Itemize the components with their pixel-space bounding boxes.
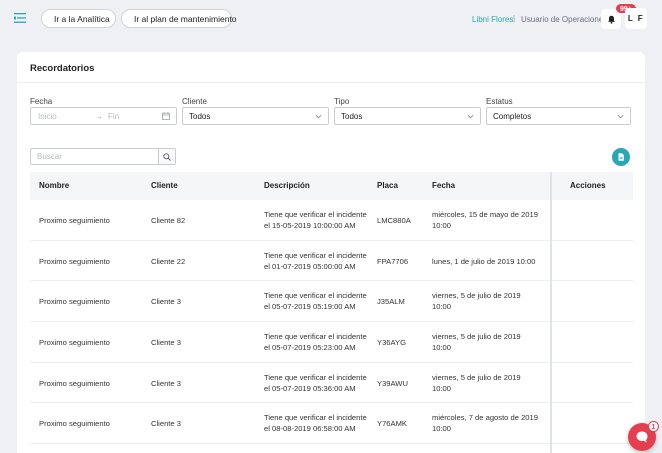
- table-header: Nombre Cliente Descripción Placa Fecha A…: [30, 172, 633, 200]
- reminders-table: Nombre Cliente Descripción Placa Fecha A…: [30, 172, 633, 453]
- go-to-analytics-label: Ir a la Analítica: [54, 13, 110, 24]
- calendar-icon: [162, 112, 170, 120]
- cell-cliente: Cliente 3: [151, 419, 181, 429]
- search-icon: [163, 152, 171, 161]
- cell-nombre: Proximo seguimiento: [39, 216, 110, 225]
- table-row[interactable]: Proximo seguimiento Cliente 3 Tiene que …: [30, 322, 633, 363]
- cell-cliente: Cliente 3: [151, 297, 181, 307]
- cell-placa: FPA7706: [377, 256, 409, 266]
- estatus-select[interactable]: Completos: [486, 107, 631, 125]
- cell-cliente: Cliente 3: [151, 378, 181, 388]
- table-row[interactable]: Proximo seguimiento Cliente 3 Tiene que …: [30, 281, 633, 323]
- cell-nombre: Proximo seguimiento: [39, 297, 110, 307]
- cell-nombre: Proximo seguimiento: [39, 338, 110, 348]
- cell-descripcion: Tiene que verificar el incidente el 05-0…: [264, 291, 367, 312]
- date-end-input[interactable]: Fin: [108, 112, 119, 121]
- cell-cliente: Cliente 82: [151, 216, 186, 225]
- user-name-link[interactable]: Libni Flores: [472, 15, 513, 24]
- table-row[interactable]: Proximo seguimiento Cliente 82 Tiene que…: [30, 200, 633, 241]
- cell-nombre: Proximo seguimiento: [39, 419, 110, 429]
- file-icon: [618, 153, 624, 161]
- cell-fecha: miércoles, 7 de agosto de 2019 10:00: [432, 413, 538, 434]
- search-input[interactable]: Buscar: [30, 148, 159, 165]
- cell-placa: J35ALM: [377, 297, 405, 307]
- cell-descripcion: Tiene que verificar el incidente el 08-0…: [264, 413, 367, 434]
- cell-cliente: Cliente 22: [151, 256, 186, 266]
- table-row[interactable]: Proximo seguimiento Cliente 3 Tiene que …: [30, 403, 633, 445]
- avatar[interactable]: L F: [625, 8, 647, 29]
- column-header-nombre[interactable]: Nombre: [39, 181, 69, 190]
- tipo-label: Tipo: [334, 97, 350, 106]
- user-separator: |: [513, 14, 516, 23]
- column-resize-handle[interactable]: [550, 172, 552, 453]
- fecha-label: Fecha: [30, 97, 53, 106]
- cell-placa: LMC880A: [377, 216, 411, 225]
- table-row[interactable]: Proximo seguimiento Cliente 22 Tiene que…: [30, 241, 633, 282]
- column-header-fecha[interactable]: Fecha: [432, 181, 540, 190]
- chevron-down-icon: [617, 114, 624, 119]
- cell-nombre: Proximo seguimiento: [39, 378, 110, 388]
- cell-descripcion: Tiene que verificar el incidente el 01-0…: [264, 250, 367, 271]
- cell-descripcion: Tiene que verificar el incidente el 05-0…: [264, 332, 367, 353]
- go-to-analytics-button[interactable]: Ir a la Analítica: [41, 9, 116, 28]
- cell-nombre: Proximo seguimiento: [39, 256, 110, 266]
- cliente-select-value: Todos: [189, 111, 211, 121]
- column-header-placa[interactable]: Placa: [377, 181, 398, 190]
- cell-fecha: viernes, 5 de julio de 2019 10:00: [432, 332, 521, 353]
- chevron-down-icon: [315, 114, 322, 119]
- cell-placa: Y76AMK: [377, 419, 407, 429]
- estatus-label: Estatus: [486, 97, 513, 106]
- cliente-select[interactable]: Todos: [182, 107, 329, 125]
- cell-placa: Y36AYG: [377, 338, 406, 348]
- column-header-cliente[interactable]: Cliente: [151, 181, 178, 190]
- top-bar: Ir a la Analítica Ir al plan de mantenim…: [0, 0, 662, 38]
- bell-icon: [607, 15, 615, 24]
- cliente-label: Cliente: [182, 97, 207, 106]
- table-body: Proximo seguimiento Cliente 82 Tiene que…: [30, 200, 633, 445]
- tipo-select[interactable]: Todos: [334, 107, 481, 125]
- reminders-card: Recordatorios Fecha Inicio → Fin Cliente…: [17, 52, 645, 453]
- column-header-acciones: Acciones: [570, 181, 606, 190]
- column-header-descripcion[interactable]: Descripción: [264, 181, 372, 190]
- user-role: Usuario de Operaciones: [521, 15, 608, 24]
- go-to-maintenance-plan-button[interactable]: Ir al plan de mantenimiento: [121, 9, 237, 28]
- card-divider: [17, 82, 645, 83]
- page-title: Recordatorios: [30, 63, 95, 74]
- chevron-down-icon: [467, 114, 474, 119]
- cell-descripcion: Tiene que verificar el incidente el 15-0…: [264, 210, 367, 230]
- cell-placa: Y39AWU: [377, 378, 408, 388]
- cell-fecha: lunes, 1 de julio de 2019 10:00: [432, 256, 536, 266]
- tipo-select-value: Todos: [341, 111, 363, 121]
- export-file-button[interactable]: [612, 148, 630, 166]
- chat-icon: [636, 431, 648, 443]
- table-row[interactable]: Proximo seguimiento Cliente 3 Tiene que …: [30, 363, 633, 404]
- date-range-picker[interactable]: Inicio → Fin: [30, 107, 177, 125]
- chat-badge: 1: [648, 421, 659, 432]
- go-to-maintenance-plan-label: Ir al plan de mantenimiento: [134, 13, 237, 24]
- cell-descripcion: Tiene que verificar el incidente el 05-0…: [264, 372, 367, 393]
- cell-fecha: viernes, 5 de julio de 2019 10:00: [432, 372, 521, 393]
- date-range-arrow: →: [95, 111, 103, 121]
- date-start-input[interactable]: Inicio: [38, 112, 57, 121]
- cell-cliente: Cliente 3: [151, 338, 181, 348]
- cell-fecha: viernes, 5 de julio de 2019 10:00: [432, 291, 521, 312]
- menu-icon[interactable]: [14, 12, 26, 24]
- search-button[interactable]: [158, 148, 176, 165]
- estatus-select-value: Completos: [493, 111, 532, 121]
- cell-fecha: miércoles, 15 de mayo de 2019 10:00: [432, 210, 538, 230]
